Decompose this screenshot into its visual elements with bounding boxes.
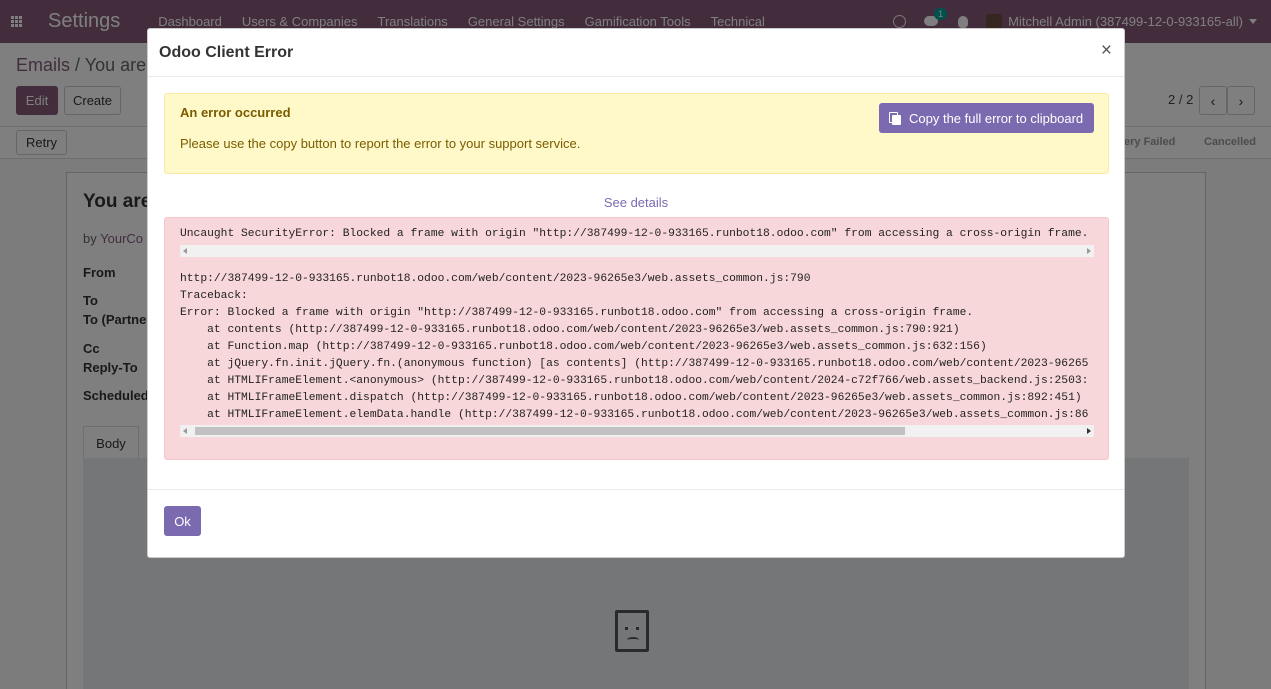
ok-button[interactable]: Ok xyxy=(164,506,201,536)
scroll-right-icon[interactable] xyxy=(1087,428,1091,434)
close-icon[interactable]: × xyxy=(1101,41,1112,60)
error-details: Uncaught SecurityError: Blocked a frame … xyxy=(164,217,1109,460)
error-dialog: Odoo Client Error × An error occurred Pl… xyxy=(147,28,1125,558)
scroll-right-icon[interactable] xyxy=(1087,248,1091,254)
see-details-link[interactable]: See details xyxy=(148,195,1124,210)
error-alert: An error occurred Please use the copy bu… xyxy=(164,93,1109,174)
alert-title: An error occurred xyxy=(180,105,291,120)
copy-error-button[interactable]: Copy the full error to clipboard xyxy=(879,103,1094,133)
alert-text: Please use the copy button to report the… xyxy=(180,136,581,151)
clipboard-icon xyxy=(889,111,901,125)
error-message: Uncaught SecurityError: Blocked a frame … xyxy=(180,228,1089,240)
traceback-scrollbar[interactable] xyxy=(180,425,1094,437)
error-message-scrollbar[interactable] xyxy=(180,245,1094,257)
dialog-header: Odoo Client Error × xyxy=(148,29,1124,77)
copy-error-label: Copy the full error to clipboard xyxy=(909,110,1084,126)
error-traceback: http://387499-12-0-933165.runbot18.odoo.… xyxy=(180,273,1089,421)
scrollbar-thumb[interactable] xyxy=(195,427,905,435)
dialog-footer: Ok xyxy=(148,489,1124,558)
scroll-left-icon[interactable] xyxy=(183,248,187,254)
dialog-title: Odoo Client Error xyxy=(159,44,294,61)
scroll-left-icon[interactable] xyxy=(183,428,187,434)
